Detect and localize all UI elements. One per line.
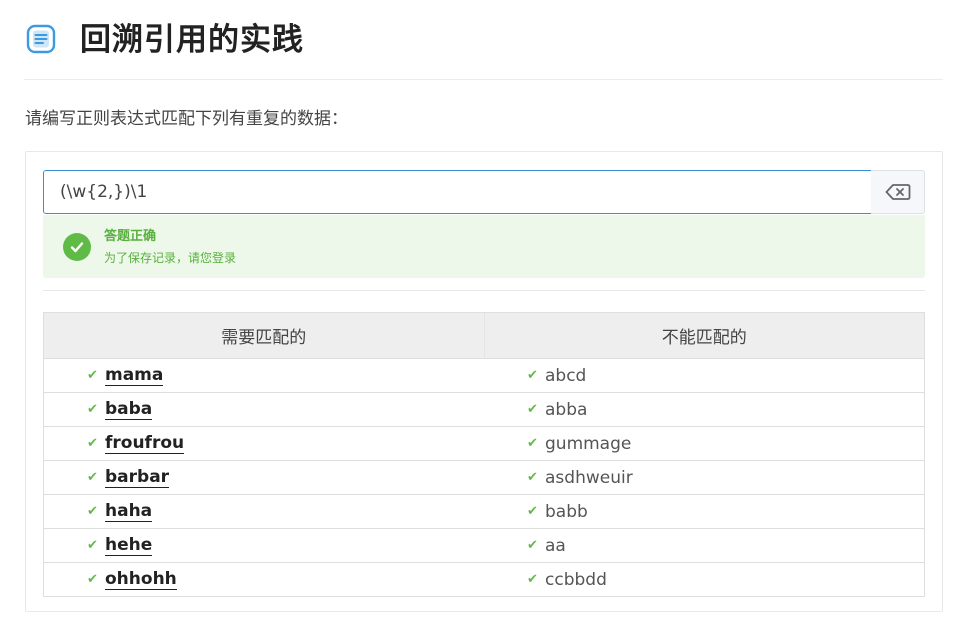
table-row: ✔ baba ✔ abba — [44, 392, 924, 426]
table-row: ✔ ohhohh ✔ ccbbdd — [44, 562, 924, 596]
check-circle-icon — [63, 233, 91, 261]
table-row: ✔ mama ✔ abcd — [44, 358, 924, 392]
table-row: ✔ hehe ✔ aa — [44, 528, 924, 562]
divider — [43, 290, 925, 291]
match-word: ohhohh — [105, 569, 177, 590]
check-icon: ✔ — [87, 368, 98, 383]
exercise-prompt: 请编写正则表达式匹配下列有重复的数据： — [25, 109, 348, 129]
check-icon: ✔ — [87, 504, 98, 519]
check-icon: ✔ — [527, 504, 538, 519]
match-word: froufrou — [105, 433, 185, 454]
regex-input[interactable] — [43, 170, 872, 214]
check-icon: ✔ — [87, 470, 98, 485]
result-subtitle: 为了保存记录，请您登录 — [104, 251, 237, 265]
check-icon: ✔ — [87, 402, 98, 417]
exercise-panel: 答题正确 为了保存记录，请您登录 需要匹配的 不能匹配的 ✔ mama ✔ abcd… — [25, 151, 943, 612]
match-word: barbar — [105, 467, 170, 488]
check-icon: ✔ — [527, 572, 538, 587]
nomatch-word: babb — [545, 501, 588, 522]
table-row: ✔ froufrou ✔ gummage — [44, 426, 924, 460]
match-word: baba — [105, 399, 153, 420]
header-should-not-match: 不能匹配的 — [483, 313, 925, 358]
check-icon: ✔ — [87, 572, 98, 587]
document-icon — [26, 24, 56, 54]
table-header: 需要匹配的 不能匹配的 — [44, 313, 924, 358]
match-word: hehe — [105, 535, 153, 556]
page-header: 回溯引用的实践 — [24, 0, 943, 80]
table-row: ✔ haha ✔ babb — [44, 494, 924, 528]
check-icon: ✔ — [527, 402, 538, 417]
check-icon: ✔ — [527, 368, 538, 383]
check-icon: ✔ — [527, 538, 538, 553]
clear-button[interactable] — [871, 170, 925, 214]
nomatch-word: gummage — [545, 433, 632, 454]
match-word: haha — [105, 501, 153, 522]
check-icon: ✔ — [87, 436, 98, 451]
result-title: 答题正确 — [104, 229, 157, 244]
match-word: mama — [105, 365, 164, 386]
backspace-icon — [885, 184, 910, 200]
header-should-match: 需要匹配的 — [221, 328, 307, 348]
nomatch-word: aa — [545, 535, 566, 556]
page-title: 回溯引用的实践 — [80, 22, 304, 58]
nomatch-word: abcd — [545, 365, 587, 386]
check-icon: ✔ — [527, 436, 538, 451]
check-icon: ✔ — [527, 470, 538, 485]
table-row: ✔ barbar ✔ asdhweuir — [44, 460, 924, 494]
result-alert: 答题正确 为了保存记录，请您登录 — [43, 215, 925, 278]
nomatch-word: ccbbdd — [545, 569, 607, 590]
nomatch-word: abba — [545, 399, 588, 420]
match-table: 需要匹配的 不能匹配的 ✔ mama ✔ abcd ✔ baba ✔ abba ✔ fro… — [43, 312, 925, 597]
check-icon: ✔ — [87, 538, 98, 553]
nomatch-word: asdhweuir — [545, 467, 633, 488]
